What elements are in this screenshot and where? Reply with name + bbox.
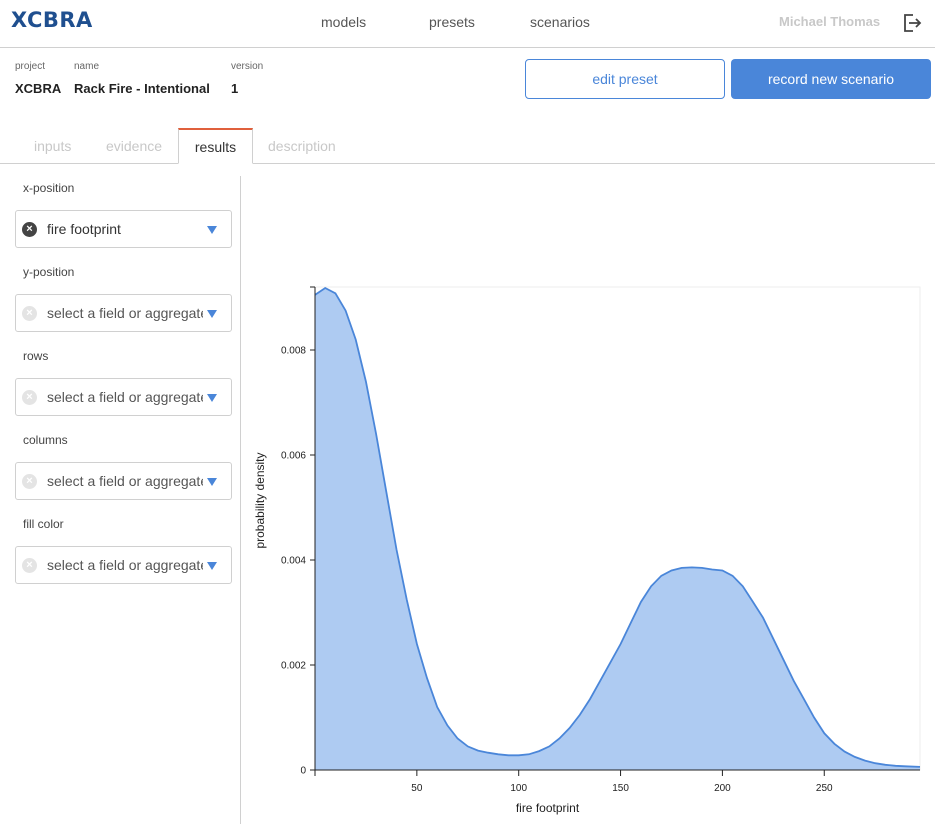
y-position-select[interactable]: × select a field or aggregate xyxy=(15,294,232,332)
dropdown-caret-icon[interactable] xyxy=(207,562,217,570)
clear-icon[interactable]: × xyxy=(22,558,37,573)
x-tick-label: 250 xyxy=(816,783,833,794)
clear-icon[interactable]: × xyxy=(22,474,37,489)
fill-color-placeholder: select a field or aggregate xyxy=(47,557,203,573)
project-label: project xyxy=(15,61,46,72)
x-tick-label: 200 xyxy=(714,783,731,794)
y-tick-label: 0.006 xyxy=(281,451,306,462)
y-tick-label: 0.004 xyxy=(281,556,306,567)
columns-select[interactable]: × select a field or aggregate xyxy=(15,462,232,500)
columns-placeholder: select a field or aggregate xyxy=(47,473,203,489)
dropdown-caret-icon[interactable] xyxy=(207,394,217,402)
clear-icon[interactable]: × xyxy=(22,390,37,405)
x-tick-label: 50 xyxy=(411,783,423,794)
edit-preset-button[interactable]: edit preset xyxy=(525,59,725,99)
rows-placeholder: select a field or aggregate xyxy=(47,389,203,405)
y-position-label: y-position xyxy=(23,265,75,279)
x-tick-label: 100 xyxy=(510,783,527,794)
nav-scenarios-link[interactable]: scenarios xyxy=(530,14,590,30)
nav-models-link[interactable]: models xyxy=(321,14,366,30)
density-area xyxy=(315,288,920,770)
rows-select[interactable]: × select a field or aggregate xyxy=(15,378,232,416)
top-navbar: XCBRA models presets scenarios Michael T… xyxy=(0,0,935,48)
x-axis-title: fire footprint xyxy=(516,801,580,815)
dropdown-caret-icon[interactable] xyxy=(207,310,217,318)
tabs-divider xyxy=(0,163,935,164)
logout-icon[interactable] xyxy=(901,12,923,34)
user-name[interactable]: Michael Thomas xyxy=(779,14,880,29)
tab-description[interactable]: description xyxy=(268,138,336,154)
record-new-scenario-button[interactable]: record new scenario xyxy=(731,59,931,99)
fill-color-label: fill color xyxy=(23,517,64,531)
density-chart: 0 0.002 0.004 0.006 0.008 50 100 150 200 250 fire … xyxy=(253,286,921,815)
clear-icon[interactable]: × xyxy=(22,306,37,321)
version-label: version xyxy=(231,61,264,72)
y-tick-label: 0.002 xyxy=(281,661,306,672)
x-tick-label: 150 xyxy=(612,783,629,794)
dropdown-caret-icon[interactable] xyxy=(207,478,217,486)
x-position-value: fire footprint xyxy=(47,221,121,237)
preset-name-value: Rack Fire - Intentional xyxy=(74,81,210,96)
y-tick-label: 0 xyxy=(300,766,306,777)
version-value: 1 xyxy=(231,81,239,96)
fill-color-select[interactable]: × select a field or aggregate xyxy=(15,546,232,584)
y-position-placeholder: select a field or aggregate xyxy=(47,305,203,321)
dropdown-caret-icon[interactable] xyxy=(207,226,217,234)
tab-results[interactable]: results xyxy=(178,128,253,164)
panel-divider xyxy=(240,176,241,824)
columns-label: columns xyxy=(23,433,68,447)
clear-icon[interactable]: × xyxy=(22,222,37,237)
name-label: name xyxy=(74,61,100,72)
y-axis-title: probability density xyxy=(253,452,267,548)
x-position-select[interactable]: × fire footprint xyxy=(15,210,232,248)
rows-label: rows xyxy=(23,349,49,363)
tab-inputs[interactable]: inputs xyxy=(34,138,71,154)
tab-evidence[interactable]: evidence xyxy=(106,138,162,154)
nav-presets-link[interactable]: presets xyxy=(429,14,475,30)
app-logo[interactable]: XCBRA xyxy=(11,8,93,32)
y-tick-label: 0.008 xyxy=(281,346,306,357)
x-position-label: x-position xyxy=(23,181,75,195)
project-value: XCBRA xyxy=(15,81,62,96)
